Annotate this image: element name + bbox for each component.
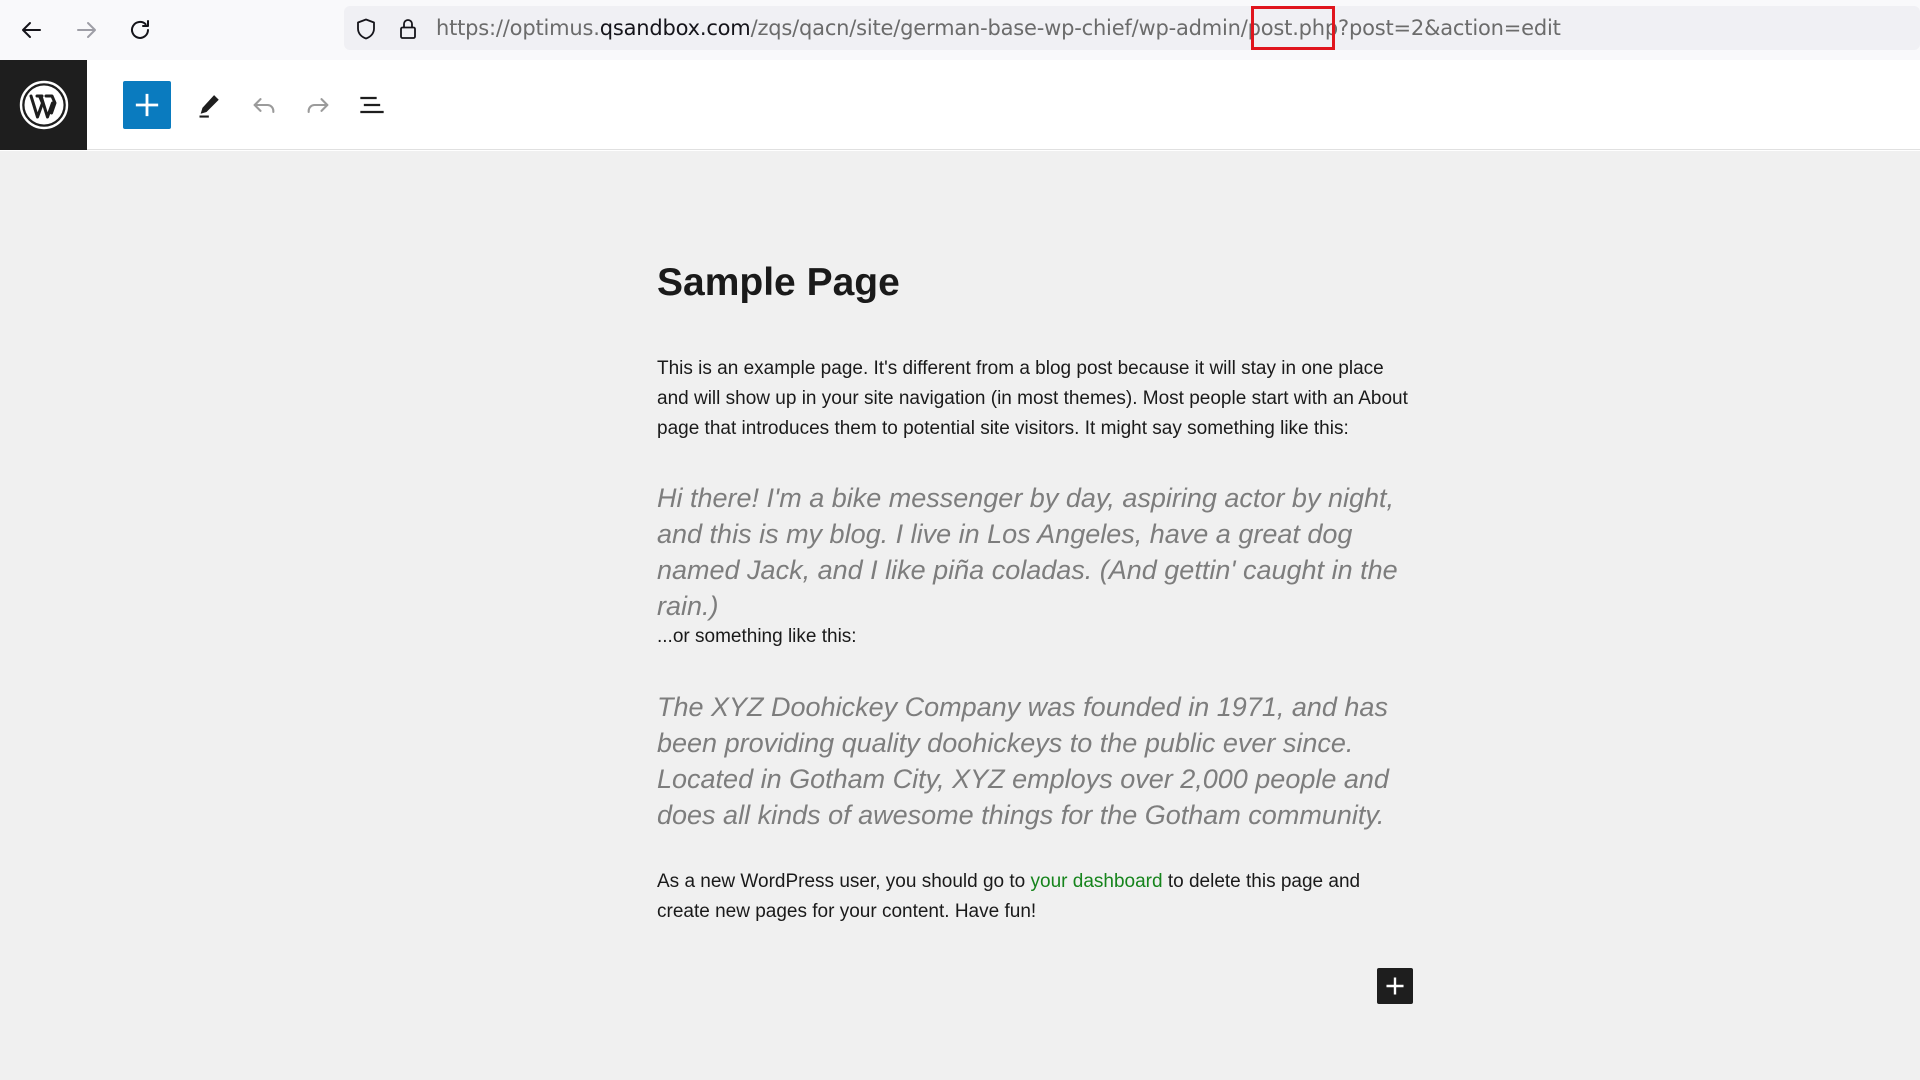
- paragraph-block[interactable]: This is an example page. It's different …: [657, 354, 1417, 444]
- address-bar[interactable]: https://optimus.qsandbox.com/zqs/qacn/si…: [344, 6, 1920, 50]
- reload-icon: [131, 20, 149, 39]
- undo-button[interactable]: [240, 81, 288, 129]
- pencil-icon: [199, 95, 219, 118]
- page-title[interactable]: Sample Page: [657, 261, 900, 305]
- shield-icon: [357, 18, 375, 40]
- back-button[interactable]: [12, 12, 52, 48]
- quote-block[interactable]: The XYZ Doohickey Company was founded in…: [657, 689, 1417, 833]
- wordpress-logo-button[interactable]: [0, 60, 87, 150]
- lock-icon: [400, 19, 416, 39]
- add-block-button[interactable]: [123, 81, 171, 129]
- plus-icon: [1386, 977, 1404, 995]
- paragraph-block[interactable]: ...or something like this:: [657, 622, 1417, 652]
- wordpress-logo-icon: [19, 80, 68, 130]
- url-highlight-annotation: [1251, 6, 1335, 50]
- forward-button[interactable]: [66, 12, 106, 48]
- editor-canvas: Sample Page This is an example page. It'…: [0, 151, 1920, 1080]
- paragraph-block[interactable]: As a new WordPress user, you should go t…: [657, 867, 1417, 927]
- url-path: /zqs/qacn/site/german-base-wp-chief/wp-a…: [750, 16, 1561, 40]
- block-inserter-button[interactable]: [1377, 968, 1413, 1004]
- arrow-left-icon: [22, 22, 41, 38]
- arrow-right-icon: [77, 22, 96, 38]
- paragraph-text: As a new WordPress user, you should go t…: [657, 871, 1031, 892]
- plus-icon: [135, 93, 159, 117]
- redo-button[interactable]: [294, 81, 342, 129]
- quote-block[interactable]: Hi there! I'm a bike messenger by day, a…: [657, 480, 1417, 624]
- url-prefix: https://optimus.: [436, 16, 600, 40]
- reload-button[interactable]: [120, 12, 160, 48]
- list-view-button[interactable]: [348, 81, 396, 129]
- url-host: qsandbox.com: [599, 16, 751, 40]
- redo-icon: [307, 98, 329, 114]
- browser-toolbar: https://optimus.qsandbox.com/zqs/qacn/si…: [0, 0, 1920, 60]
- url-text: https://optimus.qsandbox.com/zqs/qacn/si…: [436, 15, 1561, 41]
- undo-icon: [253, 98, 275, 114]
- tools-button[interactable]: [186, 81, 234, 129]
- editor-header: [0, 60, 1920, 150]
- dashboard-link[interactable]: your dashboard: [1031, 871, 1163, 892]
- list-view-icon: [360, 96, 384, 114]
